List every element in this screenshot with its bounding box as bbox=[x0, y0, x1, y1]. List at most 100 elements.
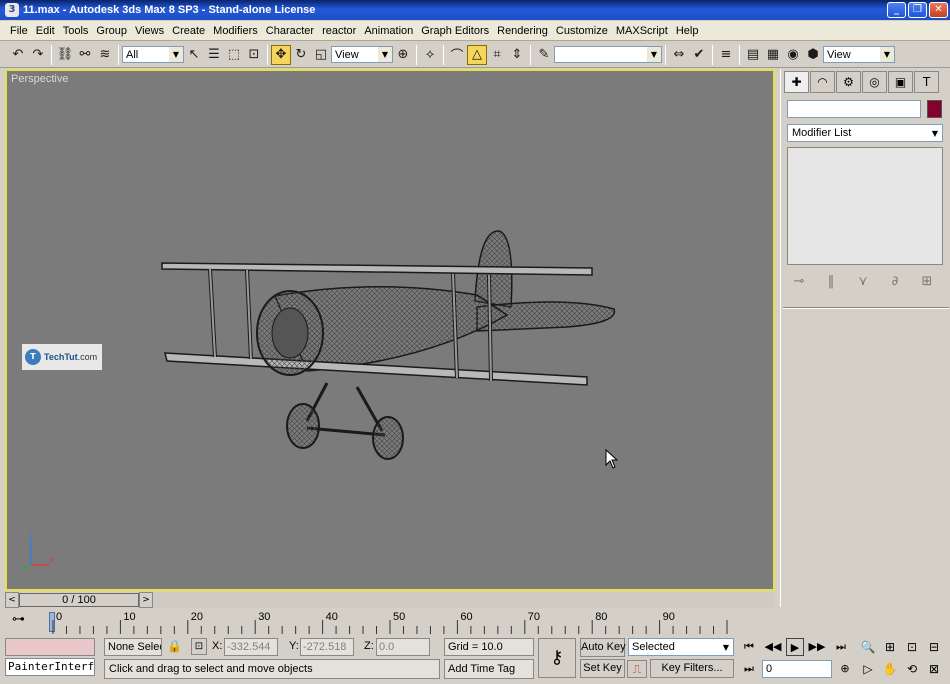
snaps-toggle-icon[interactable]: ⌒ bbox=[447, 45, 467, 65]
z-coord-field[interactable]: 0.0 bbox=[376, 638, 430, 656]
play-icon[interactable]: ▶ bbox=[786, 638, 804, 656]
go-to-end-icon[interactable]: ⏭ bbox=[832, 638, 850, 656]
edit-named-selection-icon[interactable]: ✎ bbox=[534, 45, 554, 65]
remove-modifier-icon[interactable]: ∂ bbox=[885, 271, 905, 291]
rectangular-region-icon[interactable]: ⬚ bbox=[224, 45, 244, 65]
zoom-extents-icon[interactable]: ⊡ bbox=[902, 638, 922, 656]
maximize-button[interactable]: ❐ bbox=[908, 2, 927, 18]
menu-edit[interactable]: Edit bbox=[32, 25, 59, 37]
select-object-icon[interactable]: ↖ bbox=[184, 45, 204, 65]
key-filters-button[interactable]: Key Filters... bbox=[650, 659, 734, 678]
angle-snap-icon[interactable]: △ bbox=[467, 44, 487, 65]
y-coord-field[interactable]: -272.518 bbox=[300, 638, 354, 656]
menu-character[interactable]: Character bbox=[262, 25, 318, 37]
layer-manager-icon[interactable]: ≡ bbox=[716, 45, 736, 65]
zoom-extents-all-icon[interactable]: ⊟ bbox=[924, 638, 944, 656]
utilities-tab-icon[interactable]: T bbox=[914, 71, 939, 93]
open-mini-curve-editor-icon[interactable]: ⊶ bbox=[12, 612, 25, 627]
close-button[interactable]: ✕ bbox=[929, 2, 948, 18]
selection-filter-dropdown[interactable]: All ▼ bbox=[122, 46, 184, 63]
arc-rotate-icon[interactable]: ⟲ bbox=[902, 660, 922, 678]
spinner-snap-icon[interactable]: ⇕ bbox=[507, 45, 527, 65]
modify-tab-icon[interactable]: ◠ bbox=[810, 71, 835, 93]
schematic-view-icon[interactable]: ▦ bbox=[763, 45, 783, 65]
menu-create[interactable]: Create bbox=[168, 25, 209, 37]
named-selection-dropdown[interactable]: ▼ bbox=[554, 46, 662, 63]
select-and-move-icon[interactable]: ✥ bbox=[271, 44, 291, 65]
menu-maxscript[interactable]: MAXScript bbox=[612, 25, 672, 37]
perspective-viewport[interactable]: Perspective T TechTut.com z x bbox=[5, 69, 775, 591]
curve-editor-icon[interactable]: ▤ bbox=[743, 45, 763, 65]
motion-tab-icon[interactable]: ◎ bbox=[862, 71, 887, 93]
previous-frame-icon[interactable]: ◀◀ bbox=[764, 638, 782, 656]
object-name-input[interactable] bbox=[787, 100, 921, 118]
menu-graph-editors[interactable]: Graph Editors bbox=[417, 25, 493, 37]
minimize-button[interactable]: _ bbox=[887, 2, 906, 18]
time-slider-thumb[interactable]: 0 / 100 bbox=[19, 593, 139, 607]
add-time-tag-button[interactable]: Add Time Tag bbox=[444, 659, 534, 679]
zoom-all-icon[interactable]: ⊞ bbox=[880, 638, 900, 656]
maxscript-listener[interactable] bbox=[5, 638, 95, 656]
menu-group[interactable]: Group bbox=[92, 25, 131, 37]
select-and-rotate-icon[interactable]: ↻ bbox=[291, 45, 311, 65]
menu-tools[interactable]: Tools bbox=[59, 25, 93, 37]
menu-rendering[interactable]: Rendering bbox=[493, 25, 552, 37]
display-tab-icon[interactable]: ▣ bbox=[888, 71, 913, 93]
key-mode-dropdown[interactable]: Selected ▼ bbox=[628, 638, 734, 656]
select-by-name-icon[interactable]: ☰ bbox=[204, 45, 224, 65]
pan-hand-icon[interactable]: ✋ bbox=[880, 660, 900, 678]
unlink-icon[interactable]: ⚯ bbox=[75, 45, 95, 65]
mirror-icon[interactable]: ⇔ bbox=[669, 45, 689, 65]
current-frame-field[interactable]: 0 bbox=[762, 660, 832, 678]
menu-reactor[interactable]: reactor bbox=[318, 25, 360, 37]
pivot-center-icon[interactable]: ⊕ bbox=[393, 45, 413, 65]
menu-views[interactable]: Views bbox=[131, 25, 168, 37]
menu-modifiers[interactable]: Modifiers bbox=[209, 25, 262, 37]
show-end-result-icon[interactable]: ‖ bbox=[821, 271, 841, 291]
menu-animation[interactable]: Animation bbox=[360, 25, 417, 37]
time-slider-next-button[interactable]: > bbox=[139, 592, 153, 608]
bind-space-warp-icon[interactable]: ≋ bbox=[95, 45, 115, 65]
time-slider-track[interactable] bbox=[153, 592, 775, 608]
field-of-view-icon[interactable]: ▷ bbox=[858, 660, 878, 678]
modifier-stack[interactable] bbox=[787, 147, 943, 265]
select-link-icon[interactable]: ⛓ bbox=[55, 45, 75, 65]
set-keys-icon[interactable]: ⚷ bbox=[538, 638, 576, 678]
track-bar[interactable]: ⊶ 0102030405060708090100 bbox=[0, 608, 780, 634]
configure-sets-icon[interactable]: ⊞ bbox=[917, 271, 937, 291]
window-crossing-icon[interactable]: ⊡ bbox=[244, 45, 264, 65]
default-tangents-icon[interactable]: ⎍ bbox=[627, 660, 647, 678]
time-configuration-icon[interactable]: ⊕ bbox=[836, 660, 854, 678]
percent-snap-icon[interactable]: ⌗ bbox=[487, 45, 507, 65]
lock-selection-icon[interactable]: 🔒 bbox=[167, 639, 182, 653]
undo-icon[interactable]: ↶ bbox=[8, 45, 28, 65]
material-editor-icon[interactable]: ◉ bbox=[783, 45, 803, 65]
select-and-scale-icon[interactable]: ◱ bbox=[311, 45, 331, 65]
key-mode-toggle-icon[interactable]: ⏭ bbox=[740, 660, 758, 678]
next-frame-icon[interactable]: ▶▶ bbox=[808, 638, 826, 656]
absolute-mode-icon[interactable]: ⊡ bbox=[191, 638, 207, 655]
hierarchy-tab-icon[interactable]: ⚙ bbox=[836, 71, 861, 93]
menu-customize[interactable]: Customize bbox=[552, 25, 612, 37]
menu-help[interactable]: Help bbox=[672, 25, 703, 37]
redo-icon[interactable]: ↷ bbox=[28, 45, 48, 65]
time-slider-prev-button[interactable]: < bbox=[5, 592, 19, 608]
menu-file[interactable]: File bbox=[6, 25, 32, 37]
set-key-button[interactable]: Set Key bbox=[580, 659, 625, 678]
render-type-dropdown[interactable]: View ▼ bbox=[823, 46, 895, 63]
object-color-swatch[interactable] bbox=[927, 100, 942, 118]
pin-stack-icon[interactable]: ⊸ bbox=[789, 271, 809, 291]
go-to-start-icon[interactable]: ⏮ bbox=[740, 638, 758, 656]
align-icon[interactable]: ✔ bbox=[689, 45, 709, 65]
maximize-viewport-icon[interactable]: ⊠ bbox=[924, 660, 944, 678]
create-tab-icon[interactable]: ✚ bbox=[784, 71, 809, 93]
reference-coordinate-dropdown[interactable]: View ▼ bbox=[331, 46, 393, 63]
manipulate-icon[interactable]: ⟡ bbox=[420, 45, 440, 65]
maxscript-output[interactable]: PainterInterf bbox=[5, 658, 95, 676]
modifier-list-dropdown[interactable]: Modifier List ▼ bbox=[787, 124, 943, 142]
x-coord-field[interactable]: -332.544 bbox=[224, 638, 278, 656]
make-unique-icon[interactable]: ⋎ bbox=[853, 271, 873, 291]
zoom-icon[interactable]: 🔍 bbox=[858, 638, 878, 656]
biplane-model[interactable] bbox=[7, 71, 773, 589]
render-scene-icon[interactable]: ⬢ bbox=[803, 45, 823, 65]
